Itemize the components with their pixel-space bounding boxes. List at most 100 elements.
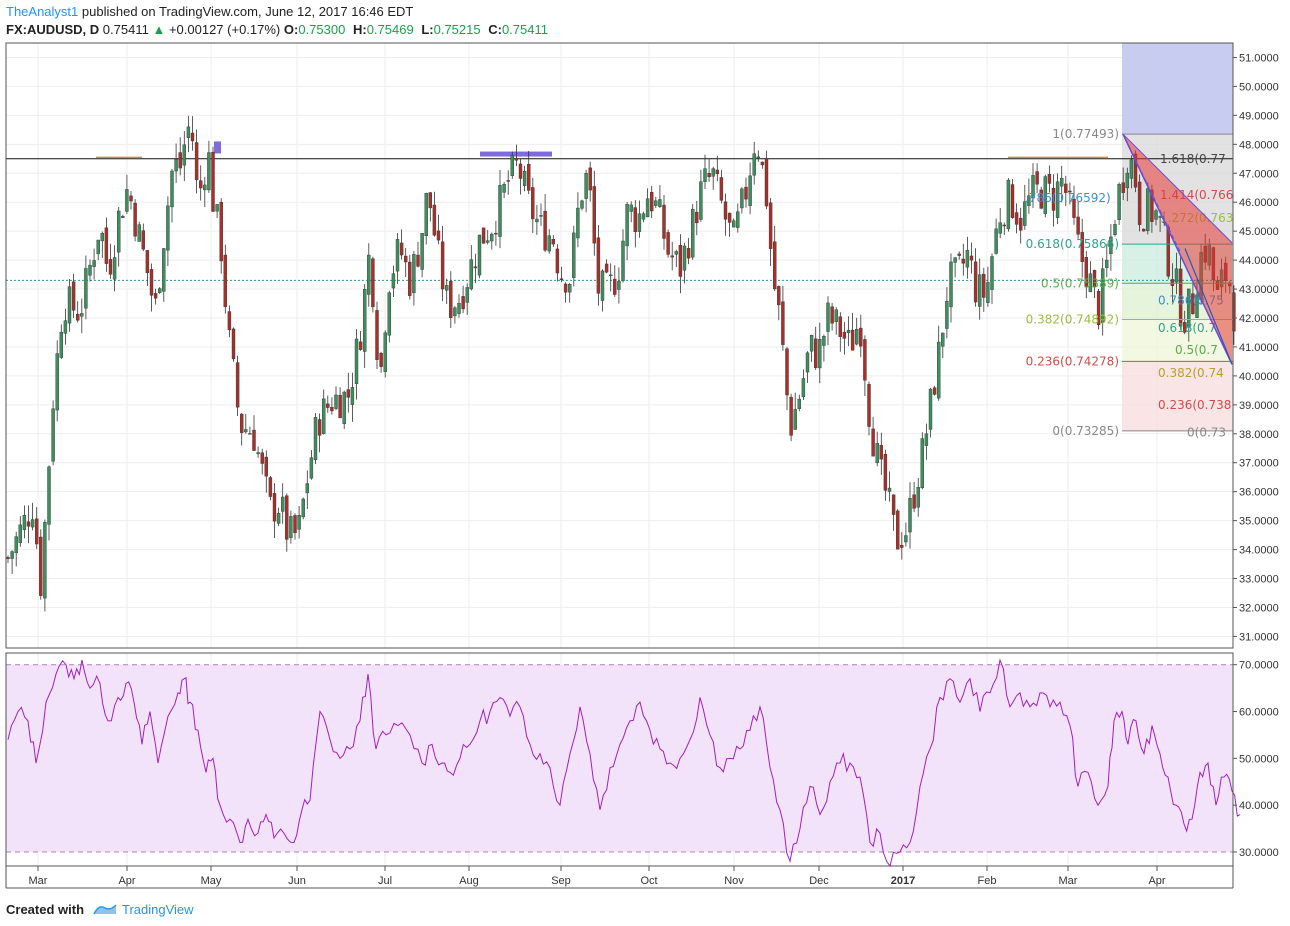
candle-body bbox=[449, 280, 453, 318]
candle-body bbox=[916, 487, 920, 508]
candle-body bbox=[404, 255, 408, 263]
fib-level-label: 0.382(0.74892) bbox=[1026, 312, 1119, 326]
candle-body bbox=[51, 408, 55, 462]
price-tick-label: 42.0000 bbox=[1239, 313, 1279, 325]
candle-body bbox=[231, 328, 236, 360]
candle-body bbox=[1166, 226, 1171, 277]
candle-body bbox=[88, 264, 92, 276]
candle-body bbox=[937, 341, 941, 399]
time-tick-label: Feb bbox=[978, 875, 997, 887]
candle-body bbox=[1121, 182, 1125, 193]
fib-top-zone bbox=[1122, 43, 1233, 135]
candle-body bbox=[978, 274, 982, 307]
candle-body bbox=[1125, 172, 1130, 189]
candle-body bbox=[399, 242, 404, 256]
candle-body bbox=[137, 224, 141, 242]
candle-body bbox=[408, 261, 412, 296]
candle-body bbox=[932, 387, 937, 395]
candle-body bbox=[235, 362, 240, 408]
candle-body bbox=[584, 173, 588, 199]
candle-body bbox=[112, 257, 117, 280]
candle-body bbox=[953, 257, 957, 263]
candle-body bbox=[162, 248, 166, 292]
candle-body bbox=[494, 232, 498, 235]
candle-body bbox=[654, 200, 658, 206]
candle-body bbox=[609, 274, 613, 277]
candle-body bbox=[227, 311, 232, 331]
candle-body bbox=[510, 155, 514, 176]
candle-body bbox=[535, 218, 539, 223]
fib-extension-label: 0.236(0.738 bbox=[1158, 398, 1231, 412]
candle-body bbox=[604, 263, 609, 273]
candle-body bbox=[658, 199, 662, 207]
fib-extension-label: 0(0.73 bbox=[1187, 425, 1226, 439]
tradingview-link[interactable]: TradingView bbox=[122, 902, 194, 917]
candle-body bbox=[268, 477, 273, 497]
candle-body bbox=[375, 310, 379, 360]
candle-body bbox=[350, 387, 355, 405]
candle-body bbox=[850, 329, 855, 351]
candle-body bbox=[108, 259, 113, 275]
candle-body bbox=[367, 254, 371, 295]
candle-body bbox=[1117, 184, 1121, 220]
candle-body bbox=[674, 251, 678, 255]
candle-body bbox=[469, 259, 473, 290]
candle-body bbox=[379, 353, 383, 367]
candle-body bbox=[30, 519, 35, 528]
candle-body bbox=[846, 330, 851, 333]
candle-body bbox=[965, 250, 970, 268]
candle-body bbox=[506, 180, 510, 182]
candle-body bbox=[317, 419, 322, 436]
candle-body bbox=[477, 234, 482, 276]
candle-body bbox=[588, 167, 592, 191]
candle-body bbox=[744, 186, 748, 200]
chart-canvas[interactable]: 1(0.77493) 0.618(0.75866) 0.5(0.75389) 0.38… bbox=[0, 0, 1290, 926]
candle-body bbox=[1113, 224, 1117, 235]
time-tick-label: Mar bbox=[29, 875, 48, 887]
candle-body bbox=[756, 156, 760, 159]
candle-body bbox=[84, 268, 88, 309]
candle-body bbox=[383, 332, 387, 372]
candle-body bbox=[309, 457, 314, 479]
candle-body bbox=[855, 328, 859, 345]
candle-body bbox=[1129, 159, 1134, 179]
candle-body bbox=[547, 235, 551, 252]
candle-body bbox=[1023, 201, 1027, 226]
rsi-tick-label: 70.0000 bbox=[1239, 660, 1279, 672]
candle-body bbox=[842, 331, 847, 339]
fib-level-label: 0(0.73285) bbox=[1052, 424, 1119, 438]
candle-body bbox=[153, 293, 158, 299]
price-tick-label: 45.0000 bbox=[1239, 226, 1279, 238]
rsi-band bbox=[6, 664, 1233, 852]
price-tick-label: 49.0000 bbox=[1239, 110, 1279, 122]
candle-body bbox=[818, 339, 822, 369]
candle-body bbox=[424, 193, 428, 237]
time-tick-label: May bbox=[201, 875, 222, 887]
candle-body bbox=[486, 240, 490, 243]
price-tick-label: 34.0000 bbox=[1239, 545, 1279, 557]
price-tick-label: 32.0000 bbox=[1239, 602, 1279, 614]
candle-body bbox=[436, 230, 441, 241]
price-tick-label: 43.0000 bbox=[1239, 284, 1279, 296]
candle-body bbox=[973, 261, 978, 303]
candle-body bbox=[35, 518, 39, 545]
candle-body bbox=[453, 307, 457, 317]
candle-body bbox=[490, 233, 494, 242]
candle-body bbox=[121, 216, 125, 218]
candle-body bbox=[814, 338, 818, 369]
candle-body bbox=[342, 391, 346, 424]
candle-body bbox=[1047, 173, 1052, 184]
rsi-tick-label: 40.0000 bbox=[1239, 800, 1279, 812]
candle-body bbox=[104, 227, 109, 264]
candle-body bbox=[522, 170, 527, 186]
candle-body bbox=[1170, 279, 1175, 286]
candle-body bbox=[596, 237, 601, 294]
tradingview-logo-icon bbox=[93, 904, 117, 915]
candle-body bbox=[670, 255, 674, 258]
rsi-tick-label: 50.0000 bbox=[1239, 753, 1279, 765]
candle-body bbox=[773, 241, 777, 290]
time-tick-label: Dec bbox=[809, 875, 829, 887]
candle-body bbox=[879, 444, 883, 460]
candle-body bbox=[26, 521, 31, 527]
candle-body bbox=[100, 232, 105, 242]
